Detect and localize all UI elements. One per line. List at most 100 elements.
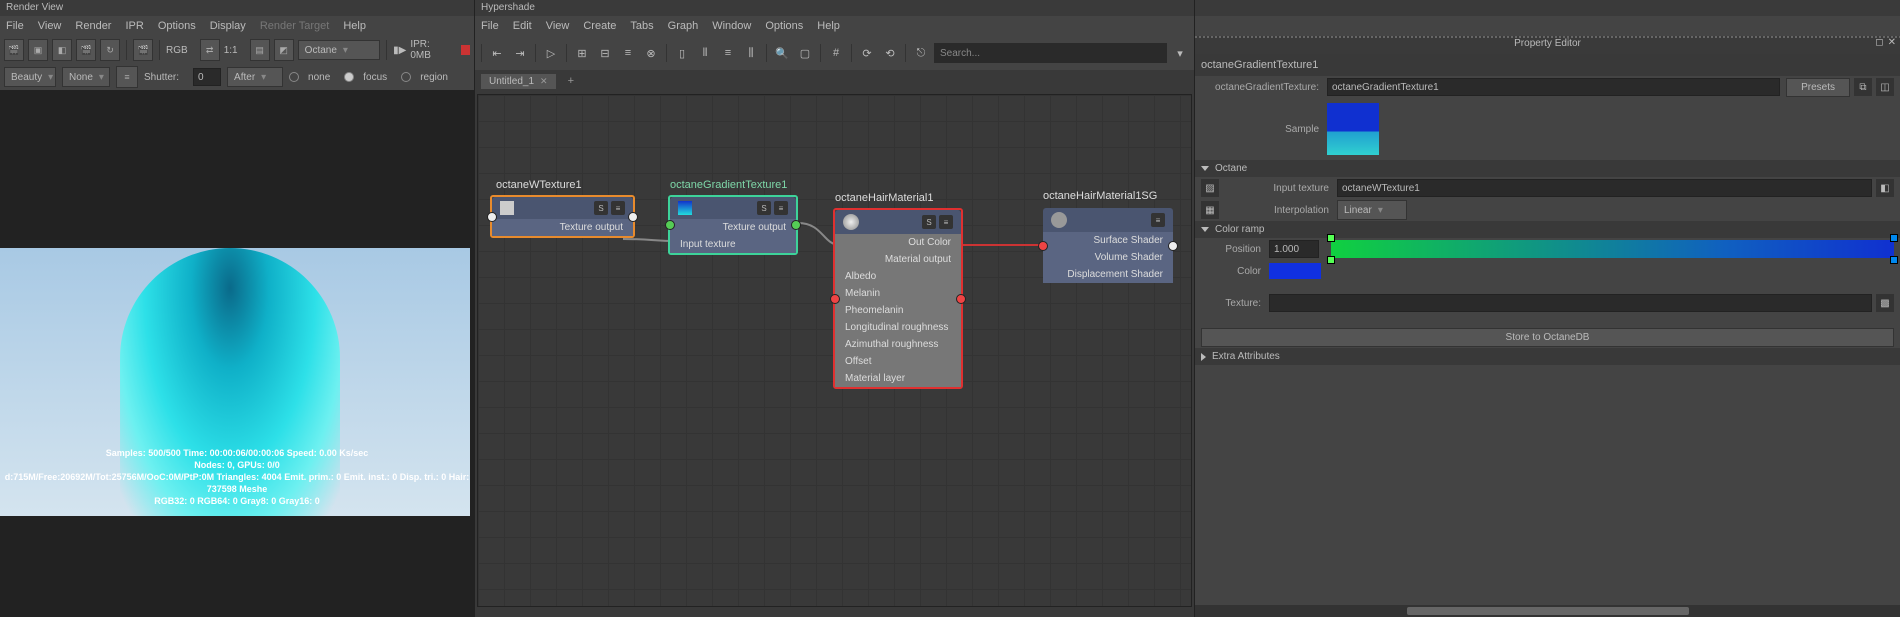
swap-icon[interactable]: ⇄ bbox=[200, 39, 220, 61]
section-color-ramp[interactable]: Color ramp bbox=[1195, 221, 1900, 238]
section-octane[interactable]: Octane bbox=[1195, 160, 1900, 177]
ipr-start-icon[interactable]: 🎬 bbox=[76, 39, 96, 61]
pe-tab-icon[interactable]: ◫ bbox=[1876, 78, 1894, 96]
node-octane-hair-sg[interactable]: octaneHairMaterial1SG ≡ Surface Shader V… bbox=[1043, 208, 1173, 283]
section-extra-attrs[interactable]: Extra Attributes bbox=[1195, 348, 1900, 365]
ramp-handle-start-b[interactable] bbox=[1327, 256, 1335, 264]
node-sphere-icon[interactable]: S bbox=[922, 215, 936, 229]
scroll-thumb[interactable] bbox=[1407, 607, 1689, 615]
beauty-select[interactable]: Beauty bbox=[4, 67, 56, 87]
h-scrollbar[interactable] bbox=[1195, 605, 1900, 617]
presets-button[interactable]: Presets bbox=[1786, 78, 1850, 97]
ramp-handle-start[interactable] bbox=[1327, 234, 1335, 242]
clapper-icon[interactable]: 🎬 bbox=[4, 39, 24, 61]
input-tex-input[interactable]: octaneWTexture1 bbox=[1337, 179, 1872, 197]
row-outcolor[interactable]: Out Color bbox=[835, 234, 961, 251]
search-dd-icon[interactable]: ▾ bbox=[1170, 43, 1190, 63]
none-select[interactable]: None bbox=[62, 67, 110, 87]
row-melanin[interactable]: Melanin bbox=[835, 285, 961, 302]
hs-menu-help[interactable]: Help bbox=[817, 20, 840, 32]
node-octane-hair-material[interactable]: octaneHairMaterial1 S≡ Out Color Materia… bbox=[833, 208, 963, 389]
row-vol[interactable]: Volume Shader bbox=[1043, 249, 1173, 266]
hs-menu-tabs[interactable]: Tabs bbox=[630, 20, 653, 32]
row-azim[interactable]: Azimuthal roughness bbox=[835, 336, 961, 353]
row-albedo[interactable]: Albedo bbox=[835, 268, 961, 285]
render-viewport[interactable]: Samples: 500/500 Time: 00:00:06/00:00:06… bbox=[0, 90, 474, 617]
snapshot-icon[interactable]: ▣ bbox=[28, 39, 48, 61]
hs-menu-file[interactable]: File bbox=[481, 20, 499, 32]
hs-menu-graph[interactable]: Graph bbox=[668, 20, 699, 32]
node-octane-gradient[interactable]: octaneGradientTexture1 S≡ Texture output… bbox=[668, 195, 798, 255]
ramp-handle-end[interactable] bbox=[1890, 234, 1898, 242]
texture-input[interactable] bbox=[1269, 294, 1872, 312]
menu-ipr[interactable]: IPR bbox=[125, 20, 143, 32]
row-long[interactable]: Longitudinal roughness bbox=[835, 319, 961, 336]
mode-region-radio[interactable] bbox=[401, 72, 411, 82]
node-list-icon[interactable]: ≡ bbox=[939, 215, 953, 229]
renderer-select[interactable]: Octane bbox=[298, 40, 381, 60]
graph-add-icon[interactable]: ⊞ bbox=[572, 43, 592, 63]
pos-input[interactable]: 1.000 bbox=[1269, 240, 1319, 258]
hs-menu-view[interactable]: View bbox=[546, 20, 570, 32]
interp-select[interactable]: Linear bbox=[1337, 200, 1407, 220]
after-select[interactable]: After bbox=[227, 67, 283, 87]
row-surf[interactable]: Surface Shader bbox=[1043, 232, 1173, 249]
menu-render-target[interactable]: Render Target bbox=[260, 20, 330, 32]
graph-out-icon[interactable]: ⇥ bbox=[510, 43, 530, 63]
node-list-icon[interactable]: ≡ bbox=[774, 201, 788, 215]
node-out-row[interactable]: Texture output bbox=[492, 219, 633, 236]
node-list-icon[interactable]: ≡ bbox=[1151, 213, 1165, 227]
row-disp[interactable]: Displacement Shader bbox=[1043, 266, 1173, 283]
pe-copy-icon[interactable]: ⧉ bbox=[1854, 78, 1872, 96]
mode-none-radio[interactable] bbox=[289, 72, 299, 82]
node-head[interactable]: ≡ bbox=[1043, 208, 1173, 232]
grid-icon[interactable]: ▦ bbox=[1201, 201, 1219, 219]
row-offset[interactable]: Offset bbox=[835, 353, 961, 370]
node-sphere-icon[interactable]: S bbox=[594, 201, 608, 215]
menu-options[interactable]: Options bbox=[158, 20, 196, 32]
node-head[interactable]: S≡ bbox=[492, 197, 633, 219]
node-in-row[interactable]: Input texture bbox=[670, 236, 796, 253]
graph-rearrange-icon[interactable]: ≡ bbox=[618, 43, 638, 63]
menu-render[interactable]: Render bbox=[75, 20, 111, 32]
node-list-icon[interactable]: ≡ bbox=[611, 201, 625, 215]
tab-untitled[interactable]: Untitled_1✕ bbox=[481, 74, 556, 89]
menu-display[interactable]: Display bbox=[210, 20, 246, 32]
add-tab-button[interactable]: + bbox=[562, 73, 580, 89]
color-ramp[interactable] bbox=[1331, 240, 1894, 258]
graph-in-icon[interactable]: ⇤ bbox=[487, 43, 507, 63]
mode-focus-radio[interactable] bbox=[344, 72, 354, 82]
graph-upstream-icon[interactable]: ▷ bbox=[541, 43, 561, 63]
ipr-icon[interactable]: 🎬 bbox=[133, 39, 153, 61]
hatch-icon[interactable]: ▨ bbox=[1201, 179, 1219, 197]
pe-close-icon[interactable]: ✕ bbox=[1888, 37, 1896, 48]
row-matlayer[interactable]: Material layer bbox=[835, 370, 961, 387]
record-icon[interactable] bbox=[461, 45, 470, 55]
layout-4-icon[interactable]: ⫼ bbox=[741, 43, 761, 63]
store-octanedb-button[interactable]: Store to OctaneDB bbox=[1201, 328, 1894, 347]
close-tab-icon[interactable]: ✕ bbox=[540, 76, 548, 87]
list-icon[interactable]: ≡ bbox=[116, 66, 138, 88]
graph-remove-icon[interactable]: ⊟ bbox=[595, 43, 615, 63]
sync-on-icon[interactable]: ⟳ bbox=[857, 43, 877, 63]
node-graph[interactable]: S≡ Texture output octaneWTexture1 octane… bbox=[477, 94, 1192, 607]
menu-file[interactable]: File bbox=[6, 20, 24, 32]
save-image-icon[interactable]: ◩ bbox=[274, 39, 294, 61]
pause-play-icon[interactable]: ▮▶ bbox=[393, 45, 406, 56]
pe-popout-icon[interactable]: ◻ bbox=[1875, 37, 1883, 48]
sample-swatch[interactable] bbox=[1327, 103, 1379, 155]
shutter-input[interactable] bbox=[193, 68, 221, 86]
menu-view[interactable]: View bbox=[38, 20, 62, 32]
image-icon[interactable]: ▤ bbox=[250, 39, 270, 61]
checker-icon[interactable]: ▩ bbox=[1876, 294, 1894, 312]
layout-1-icon[interactable]: ▯ bbox=[672, 43, 692, 63]
graph-clear-icon[interactable]: ⊗ bbox=[641, 43, 661, 63]
layout-3-icon[interactable]: ≡ bbox=[718, 43, 738, 63]
node-sphere-icon[interactable]: S bbox=[757, 201, 771, 215]
color-swatch[interactable] bbox=[1269, 263, 1321, 279]
row-pheo[interactable]: Pheomelanin bbox=[835, 302, 961, 319]
pe-type-input[interactable]: octaneGradientTexture1 bbox=[1327, 78, 1780, 96]
zoom-icon[interactable]: 🔍 bbox=[772, 43, 792, 63]
ipr-refresh-icon[interactable]: ↻ bbox=[100, 39, 120, 61]
ramp-handle-end-b[interactable] bbox=[1890, 256, 1898, 264]
